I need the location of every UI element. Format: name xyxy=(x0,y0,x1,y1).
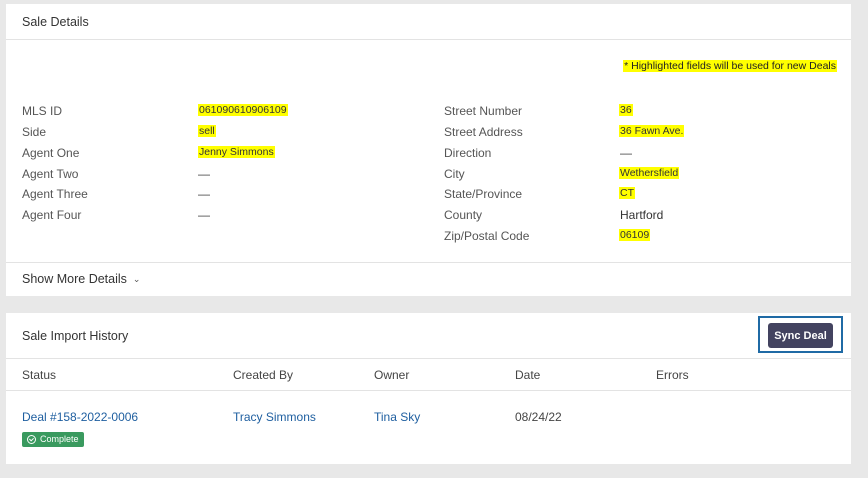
field-label-direction: Direction xyxy=(444,146,492,160)
field-value-state-province: CT xyxy=(619,187,635,199)
field-value-agent-two: — xyxy=(198,167,210,181)
status-badge: Complete xyxy=(22,432,84,447)
field-label-agent-three: Agent Three xyxy=(22,187,88,201)
deal-link[interactable]: Deal #158-2022-0006 xyxy=(22,410,138,424)
field-label-agent-one: Agent One xyxy=(22,146,80,160)
highlight-note: * Highlighted fields will be used for ne… xyxy=(623,60,837,72)
field-value-agent-one: Jenny Simmons xyxy=(198,146,275,158)
field-label-city: City xyxy=(444,167,465,181)
owner-link[interactable]: Tina Sky xyxy=(374,410,420,424)
show-more-details-toggle[interactable]: Show More Details ⌄ xyxy=(22,272,140,286)
field-label-county: County xyxy=(444,208,483,222)
field-label-mls-id: MLS ID xyxy=(22,104,63,118)
status-badge-label: Complete xyxy=(40,434,79,444)
import-history-title: Sale Import History xyxy=(22,329,129,343)
import-history-panel: Sale Import History Sync Deal Status Cre… xyxy=(6,313,851,464)
divider xyxy=(6,358,851,359)
field-value-city: Wethersfield xyxy=(619,167,680,179)
field-label-street-number: Street Number xyxy=(444,104,523,118)
check-circle-icon xyxy=(27,435,36,444)
field-value-mls-id: 061090610906109 xyxy=(198,104,288,116)
field-label-agent-four: Agent Four xyxy=(22,208,82,222)
column-header-errors: Errors xyxy=(656,368,689,382)
field-value-zip: 06109 xyxy=(619,229,651,241)
created-by-link[interactable]: Tracy Simmons xyxy=(233,410,316,424)
column-header-status: Status xyxy=(22,368,57,382)
column-header-date: Date xyxy=(515,368,541,382)
field-label-side: Side xyxy=(22,125,47,139)
date-cell: 08/24/22 xyxy=(515,410,562,424)
field-value-street-number: 36 xyxy=(619,104,633,116)
sale-details-title: Sale Details xyxy=(22,15,89,29)
sync-deal-focus-frame: Sync Deal xyxy=(758,316,843,353)
field-value-agent-three: — xyxy=(198,187,210,201)
field-label-state-province: State/Province xyxy=(444,187,523,201)
sync-deal-button[interactable]: Sync Deal xyxy=(768,323,833,348)
chevron-down-icon: ⌄ xyxy=(132,274,141,284)
column-header-created-by: Created By xyxy=(233,368,294,382)
field-value-street-address: 36 Fawn Ave. xyxy=(619,125,685,137)
divider xyxy=(6,390,851,391)
divider xyxy=(6,262,851,263)
column-header-owner: Owner xyxy=(374,368,410,382)
field-label-street-address: Street Address xyxy=(444,125,523,139)
sale-details-panel: Sale Details * Highlighted fields will b… xyxy=(6,4,851,296)
field-label-zip: Zip/Postal Code xyxy=(444,229,530,243)
field-value-side: sell xyxy=(198,125,216,137)
field-value-direction: — xyxy=(620,146,632,160)
field-label-agent-two: Agent Two xyxy=(22,167,79,181)
show-more-label: Show More Details xyxy=(22,272,127,286)
field-value-agent-four: — xyxy=(198,208,210,222)
field-value-county: Hartford xyxy=(620,208,664,222)
divider xyxy=(6,39,851,40)
